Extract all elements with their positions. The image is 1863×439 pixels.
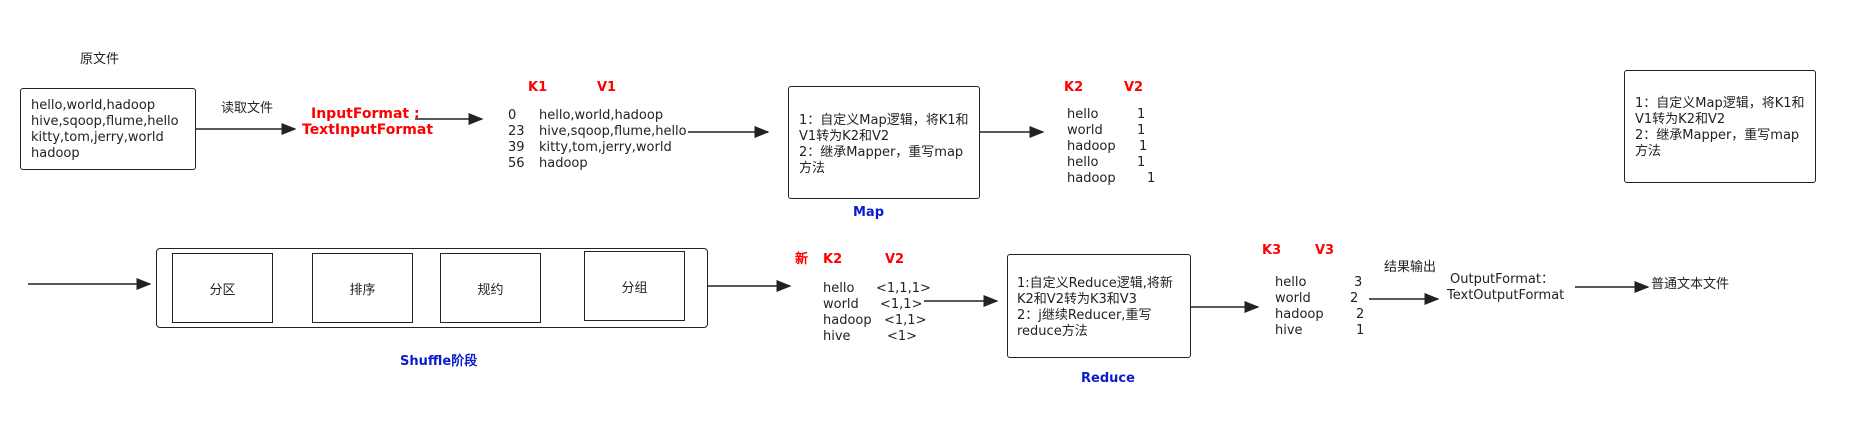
final-output-label: 普通文本文件 — [1651, 277, 1730, 292]
note-line-1: 1：自定义Map逻辑，将K1和 — [1635, 96, 1805, 111]
k3-row-2: world — [1275, 291, 1311, 306]
result-output-label: 结果输出 — [1384, 260, 1437, 275]
map-line-3: 2：继承Mapper，重写map — [799, 145, 964, 160]
k2-row-5: hadoop — [1067, 171, 1116, 186]
v3-row-3: 2 — [1356, 307, 1365, 322]
source-title: 原文件 — [80, 52, 120, 67]
v1-row-1: hello,world,hadoop — [539, 108, 664, 123]
note-line-3: 2：继承Mapper，重写map — [1635, 128, 1800, 143]
v1-row-2: hive,sqoop,flume,hello — [539, 124, 687, 139]
shuffle-container: 分区 排序 规约 分组 — [156, 248, 708, 328]
output-format-line1: OutputFormat： — [1450, 272, 1554, 287]
input-format-line1: InputFormat : — [311, 106, 420, 122]
shuffle-step-partition: 分区 — [172, 253, 273, 323]
k3-row-4: hive — [1275, 323, 1303, 338]
source-line-4: hadoop — [31, 146, 80, 161]
v1-row-3: kitty,tom,jerry,world — [539, 140, 672, 155]
reduce-line-4: reduce方法 — [1017, 324, 1088, 339]
k1-row-1: 0 — [508, 108, 517, 123]
shuffle-step-combine: 规约 — [440, 253, 541, 323]
k2-row-4: hello — [1067, 155, 1099, 170]
new-k2-row-2: world — [823, 297, 859, 312]
source-line-1: hello,world,hadoop — [31, 98, 156, 113]
v2-row-1: 1 — [1137, 107, 1146, 122]
v3-row-4: 1 — [1356, 323, 1365, 338]
new-k2-header: K2 — [823, 252, 843, 267]
v1-header: V1 — [597, 80, 617, 95]
source-line-2: hive,sqoop,flume,hello — [31, 114, 179, 129]
note-line-2: V1转为K2和V2 — [1635, 112, 1726, 127]
new-k2-row-3: hadoop — [823, 313, 872, 328]
shuffle-step-sort: 排序 — [312, 253, 413, 323]
k2-row-3: hadoop — [1067, 139, 1116, 154]
v3-row-2: 2 — [1350, 291, 1359, 306]
read-file-label: 读取文件 — [221, 101, 274, 116]
k3-header: K3 — [1262, 243, 1282, 258]
k2-row-1: hello — [1067, 107, 1099, 122]
reduce-line-2: K2和V2转为K3和V3 — [1017, 292, 1137, 307]
shuffle-step-group: 分组 — [584, 251, 685, 321]
v2-row-2: 1 — [1137, 123, 1146, 138]
new-v2-row-3: <1,1> — [884, 313, 927, 328]
note-line-4: 方法 — [1635, 144, 1662, 159]
source-line-3: kitty,tom,jerry,world — [31, 130, 164, 145]
reduce-logic-box: 1:自定义Reduce逻辑,将新 K2和V2转为K3和V3 2：j继续Reduc… — [1007, 254, 1191, 358]
new-label: 新 — [795, 252, 809, 267]
k1-row-2: 23 — [508, 124, 525, 139]
source-file-box: hello,world,hadoop hive,sqoop,flume,hell… — [20, 88, 196, 170]
map-label: Map — [853, 205, 885, 220]
v3-row-1: 3 — [1354, 275, 1363, 290]
k1-row-3: 39 — [508, 140, 525, 155]
new-v2-row-4: <1> — [887, 329, 918, 344]
new-v2-header: V2 — [885, 252, 905, 267]
v2-row-3: 1 — [1139, 139, 1148, 154]
v2-header: V2 — [1124, 80, 1144, 95]
shuffle-label: Shuffle阶段 — [400, 354, 478, 369]
map-line-1: 1：自定义Map逻辑，将K1和 — [799, 113, 969, 128]
map-logic-box: 1：自定义Map逻辑，将K1和 V1转为K2和V2 2：继承Mapper，重写m… — [788, 86, 980, 199]
reduce-line-1: 1:自定义Reduce逻辑,将新 — [1017, 276, 1173, 291]
v2-row-4: 1 — [1137, 155, 1146, 170]
new-v2-row-1: <1,1,1> — [876, 281, 931, 296]
k1-header: K1 — [528, 80, 548, 95]
k1-row-4: 56 — [508, 156, 525, 171]
new-k2-row-4: hive — [823, 329, 851, 344]
reduce-label: Reduce — [1081, 371, 1135, 386]
v2-row-5: 1 — [1147, 171, 1156, 186]
map-line-2: V1转为K2和V2 — [799, 129, 890, 144]
v1-row-4: hadoop — [539, 156, 588, 171]
reduce-line-3: 2：j继续Reducer,重写 — [1017, 308, 1152, 323]
new-v2-row-2: <1,1> — [880, 297, 923, 312]
k2-header: K2 — [1064, 80, 1084, 95]
v3-header: V3 — [1315, 243, 1335, 258]
k3-row-3: hadoop — [1275, 307, 1324, 322]
connector-arrows — [28, 113, 1650, 313]
k3-row-1: hello — [1275, 275, 1307, 290]
map-line-4: 方法 — [799, 161, 826, 176]
input-format-line2: TextInputFormat — [302, 122, 434, 138]
output-format-line2: TextOutputFormat — [1447, 288, 1565, 303]
map-note-box: 1：自定义Map逻辑，将K1和 V1转为K2和V2 2：继承Mapper，重写m… — [1624, 70, 1816, 183]
new-k2-row-1: hello — [823, 281, 855, 296]
k2-row-2: world — [1067, 123, 1103, 138]
